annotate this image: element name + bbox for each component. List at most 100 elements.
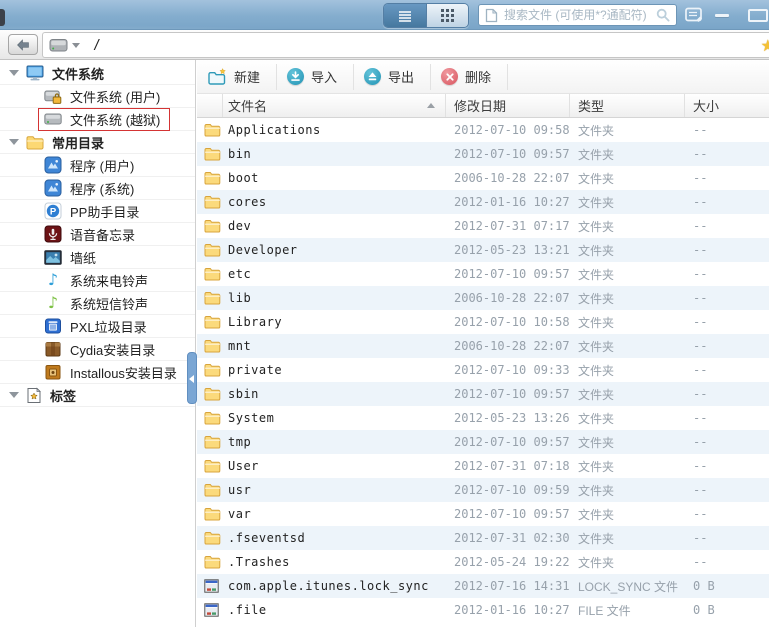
sidebar-item[interactable]: 墙纸: [0, 246, 195, 269]
header-filename[interactable]: 文件名: [223, 94, 446, 117]
table-row[interactable]: tmp2012-07-10 09:57文件夹--: [197, 430, 769, 454]
sidebar-item[interactable]: 程序 (用户): [0, 154, 195, 177]
header-icon-column: [197, 94, 223, 117]
file-modified-date: 2012-07-31 07:18: [446, 459, 570, 473]
sidebar-item-content: 语音备忘录: [44, 225, 135, 244]
table-row[interactable]: boot2006-10-28 22:07文件夹--: [197, 166, 769, 190]
sidebar-item[interactable]: 文件系统 (用户): [0, 85, 195, 108]
table-row[interactable]: .Trashes2012-05-24 19:22文件夹--: [197, 550, 769, 574]
notes-panel-button[interactable]: [684, 7, 704, 23]
favorite-star-icon[interactable]: ★: [761, 36, 769, 56]
file-name: tmp: [223, 435, 446, 449]
search-box: [478, 4, 677, 26]
sidebar-item[interactable]: PXL垃圾目录: [0, 315, 195, 338]
expand-triangle-icon[interactable]: [9, 392, 19, 398]
file-modified-date: 2012-07-10 09:58: [446, 123, 570, 137]
list-view-button[interactable]: [384, 4, 426, 27]
file-icon: [204, 603, 219, 617]
table-row[interactable]: usr2012-07-10 09:59文件夹--: [197, 478, 769, 502]
expand-triangle-icon[interactable]: [9, 139, 19, 145]
file-name: lib: [223, 291, 446, 305]
table-row[interactable]: private2012-07-10 09:33文件夹--: [197, 358, 769, 382]
file-type: 文件夹: [570, 218, 685, 235]
sidebar-item[interactable]: ♪系统来电铃声: [0, 269, 195, 292]
file-type: 文件夹: [570, 410, 685, 427]
drive-selector[interactable]: [49, 37, 80, 53]
sidebar-item[interactable]: Cydia安装目录: [0, 338, 195, 361]
table-row[interactable]: bin2012-07-10 09:57文件夹--: [197, 142, 769, 166]
app-blue-icon: [44, 179, 62, 197]
maximize-icon: [748, 9, 768, 22]
header-type[interactable]: 类型: [570, 94, 685, 117]
address-field[interactable]: / ★: [42, 32, 769, 58]
file-size: --: [685, 243, 769, 257]
header-modified-date[interactable]: 修改日期: [446, 94, 570, 117]
table-row[interactable]: .fseventsd2012-07-31 02:30文件夹--: [197, 526, 769, 550]
sidebar-item[interactable]: PPP助手目录: [0, 200, 195, 223]
sidebar-splitter[interactable]: [187, 352, 197, 404]
back-button[interactable]: [8, 34, 38, 55]
file-size: --: [685, 291, 769, 305]
sidebar-item[interactable]: ♪系统短信铃声: [0, 292, 195, 315]
table-row[interactable]: cores2012-01-16 10:27文件夹--: [197, 190, 769, 214]
sidebar-item[interactable]: 文件系统 (越狱): [0, 108, 195, 131]
table-row[interactable]: com.apple.itunes.lock_sync2012-07-16 14:…: [197, 574, 769, 598]
sidebar-section[interactable]: 标签: [0, 384, 195, 407]
table-row[interactable]: Applications2012-07-10 09:58文件夹--: [197, 118, 769, 142]
sidebar-section[interactable]: 文件系统: [0, 62, 195, 85]
table-row[interactable]: etc2012-07-10 09:57文件夹--: [197, 262, 769, 286]
sidebar-item-content: PPP助手目录: [44, 202, 139, 221]
folder-icon: [204, 339, 221, 353]
header-size[interactable]: 大小: [685, 94, 769, 117]
folder-icon: [204, 267, 221, 281]
expand-triangle-icon[interactable]: [9, 70, 19, 76]
file-icon-cell: [197, 435, 223, 449]
new-button[interactable]: 新建: [199, 64, 277, 90]
file-modified-date: 2012-07-31 07:17: [446, 219, 570, 233]
import-button[interactable]: 导入: [279, 64, 354, 90]
file-type: FILE 文件: [570, 602, 685, 619]
table-row[interactable]: mnt2006-10-28 22:07文件夹--: [197, 334, 769, 358]
file-size: --: [685, 459, 769, 473]
sidebar-item[interactable]: Installous安装目录: [0, 361, 195, 384]
main-pane: 新建 导入 导出 删除: [197, 60, 769, 627]
sort-ascending-icon: [427, 103, 435, 108]
folder-icon: [204, 243, 221, 257]
folder-icon: [204, 291, 221, 305]
file-modified-date: 2012-07-10 09:57: [446, 387, 570, 401]
minimize-button[interactable]: [712, 7, 732, 23]
file-type: 文件夹: [570, 458, 685, 475]
table-row[interactable]: .file2012-01-16 10:27FILE 文件0 B: [197, 598, 769, 622]
maximize-button[interactable]: [748, 7, 768, 23]
sidebar-section[interactable]: 常用目录: [0, 131, 195, 154]
file-size: --: [685, 267, 769, 281]
view-toggle: [383, 3, 469, 28]
sidebar-item[interactable]: 语音备忘录: [0, 223, 195, 246]
file-size: 0 B: [685, 603, 769, 617]
file-modified-date: 2006-10-28 22:07: [446, 171, 570, 185]
delete-button[interactable]: 删除: [433, 64, 508, 90]
file-type: 文件夹: [570, 170, 685, 187]
sidebar-item[interactable]: 程序 (系统): [0, 177, 195, 200]
file-size: --: [685, 219, 769, 233]
search-icon[interactable]: [656, 8, 670, 22]
grid-view-button[interactable]: [426, 4, 468, 27]
sidebar-item-content: Installous安装目录: [44, 363, 177, 382]
table-row[interactable]: System2012-05-23 13:26文件夹--: [197, 406, 769, 430]
table-row[interactable]: var2012-07-10 09:57文件夹--: [197, 502, 769, 526]
file-size: --: [685, 411, 769, 425]
sidebar-item-label: 常用目录: [52, 133, 104, 152]
export-button[interactable]: 导出: [356, 64, 431, 90]
file-size: --: [685, 363, 769, 377]
sidebar-selection-box: 文件系统 (越狱): [38, 108, 170, 131]
table-row[interactable]: sbin2012-07-10 09:57文件夹--: [197, 382, 769, 406]
table-row[interactable]: Library2012-07-10 10:58文件夹--: [197, 310, 769, 334]
table-row[interactable]: User2012-07-31 07:18文件夹--: [197, 454, 769, 478]
search-input[interactable]: [504, 8, 650, 22]
table-row[interactable]: Developer2012-05-23 13:21文件夹--: [197, 238, 769, 262]
table-row[interactable]: lib2006-10-28 22:07文件夹--: [197, 286, 769, 310]
sidebar-item-content: ♪系统来电铃声: [44, 271, 148, 290]
table-row[interactable]: dev2012-07-31 07:17文件夹--: [197, 214, 769, 238]
file-name: usr: [223, 483, 446, 497]
file-type: 文件夹: [570, 554, 685, 571]
